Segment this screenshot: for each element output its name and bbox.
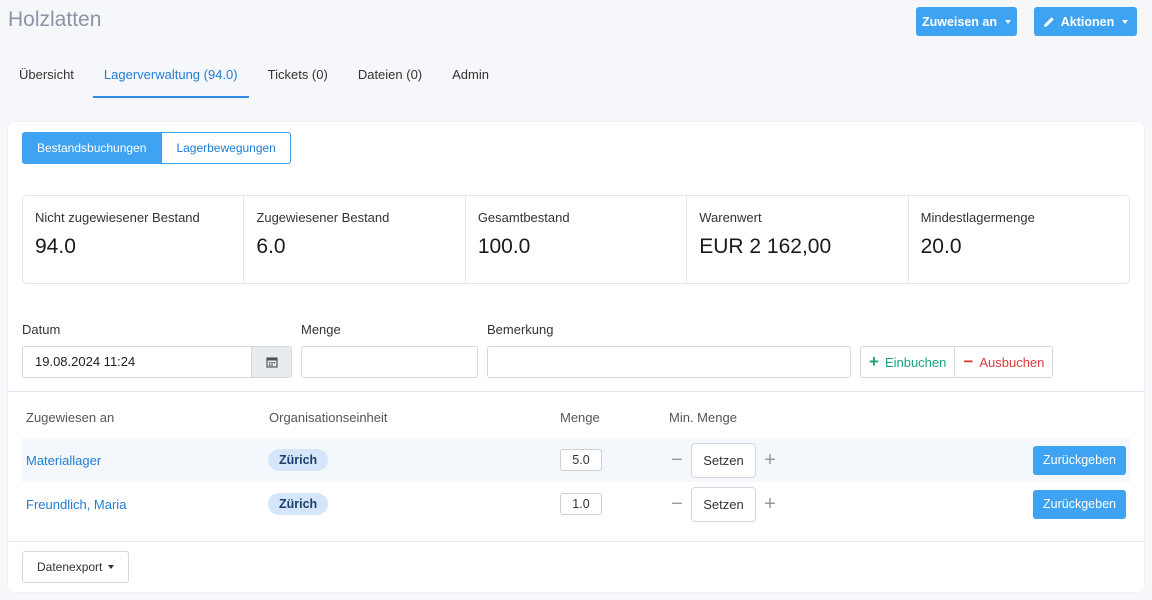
table-row: Materiallager Zürich 5.0 − Setzen + Zurü…	[22, 438, 1130, 482]
column-header-quantity: Menge	[560, 410, 600, 425]
assign-to-button[interactable]: Zuweisen an	[916, 7, 1017, 36]
movements-toggle-button[interactable]: Lagerbewegungen	[161, 132, 291, 164]
quantity-value: 5.0	[560, 449, 602, 471]
stat-value: 20.0	[920, 235, 962, 258]
stat-assigned: Zugewiesener Bestand 6.0	[244, 196, 466, 283]
calendar-icon	[265, 357, 278, 368]
stat-value-of-goods: Warenwert EUR 2 162,00	[687, 196, 909, 283]
stock-summary: Nicht zugewiesener Bestand 94.0 Zugewies…	[22, 195, 1130, 284]
return-button[interactable]: Zurückgeben	[1033, 445, 1126, 475]
assign-to-label: Zuweisen an	[921, 14, 998, 29]
stat-label: Nicht zugewiesener Bestand	[35, 210, 200, 225]
book-out-label: Ausbuchen	[979, 354, 1045, 370]
divider	[8, 541, 1144, 542]
stat-label: Zugewiesener Bestand	[256, 210, 390, 225]
plus-icon: +	[869, 352, 879, 371]
caret-down-icon	[1122, 19, 1129, 24]
minus-icon: −	[963, 352, 974, 371]
tab-tickets[interactable]: Tickets (0)	[257, 56, 339, 98]
stat-value: 94.0	[35, 235, 76, 258]
stat-unassigned: Nicht zugewiesener Bestand 94.0	[23, 196, 245, 283]
tab-inventory[interactable]: Lagerverwaltung (94.0)	[92, 56, 249, 98]
booking-buttons: + Einbuchen − Ausbuchen	[860, 346, 1054, 378]
pencil-icon	[1043, 16, 1054, 27]
bookings-toggle-button[interactable]: Bestandsbuchungen	[22, 132, 162, 164]
set-min-quantity-button[interactable]: Setzen	[691, 442, 756, 478]
data-export-label: Datenexport	[37, 560, 103, 574]
stat-value: 6.0	[256, 235, 286, 258]
view-toggle: Bestandsbuchungen Lagerbewegungen	[22, 132, 291, 164]
stat-label: Warenwert	[699, 210, 762, 225]
tab-files[interactable]: Dateien (0)	[347, 56, 433, 98]
stat-min-stock: Mindestlagermenge 20.0	[909, 196, 1129, 283]
book-in-label: Einbuchen	[884, 354, 947, 370]
book-out-button[interactable]: − Ausbuchen	[955, 346, 1054, 378]
caret-down-icon	[1005, 19, 1012, 24]
book-in-button[interactable]: + Einbuchen	[860, 346, 956, 378]
tab-overview[interactable]: Übersicht	[8, 56, 85, 98]
assigned-to-link[interactable]: Freundlich, Maria	[26, 482, 126, 526]
tab-bar: Übersicht Lagerverwaltung (94.0) Tickets…	[8, 56, 508, 98]
org-unit-badge: Zürich	[268, 449, 329, 471]
inventory-card: Bestandsbuchungen Lagerbewegungen Nicht …	[8, 122, 1144, 592]
caret-down-icon	[108, 565, 115, 569]
tab-admin[interactable]: Admin	[441, 56, 500, 98]
assigned-to-link[interactable]: Materiallager	[26, 438, 101, 482]
quantity-input[interactable]	[301, 346, 478, 378]
quantity-value: 1.0	[560, 493, 602, 515]
quantity-label: Menge	[301, 322, 341, 337]
plus-icon[interactable]: +	[760, 450, 780, 470]
plus-icon[interactable]: +	[760, 494, 780, 514]
stat-value: 100.0	[477, 235, 531, 258]
minus-icon[interactable]: −	[667, 494, 687, 514]
actions-label: Aktionen	[1060, 14, 1115, 29]
calendar-button[interactable]	[251, 346, 292, 378]
remark-label: Bemerkung	[487, 322, 554, 337]
return-button[interactable]: Zurückgeben	[1033, 489, 1126, 519]
org-unit-badge: Zürich	[268, 493, 329, 515]
divider	[8, 391, 1144, 392]
page-title: Holzlatten	[8, 8, 102, 31]
stat-total: Gesamtbestand 100.0	[466, 196, 688, 283]
remark-input[interactable]	[487, 346, 851, 378]
actions-button[interactable]: Aktionen	[1034, 7, 1137, 36]
stat-value: EUR 2 162,00	[699, 235, 832, 258]
date-label: Datum	[22, 322, 61, 337]
stat-label: Gesamtbestand	[477, 210, 570, 225]
table-row: Freundlich, Maria Zürich 1.0 − Setzen + …	[22, 482, 1130, 526]
minus-icon[interactable]: −	[667, 450, 687, 470]
column-header-assigned-to: Zugewiesen an	[26, 410, 115, 425]
data-export-button[interactable]: Datenexport	[22, 551, 130, 583]
date-input[interactable]: 19.08.2024 11:24	[22, 346, 252, 378]
column-header-org-unit: Organisationseinheit	[269, 410, 388, 425]
stat-label: Mindestlagermenge	[920, 210, 1035, 225]
column-header-min-quantity: Min. Menge	[669, 410, 737, 425]
set-min-quantity-button[interactable]: Setzen	[691, 486, 756, 522]
